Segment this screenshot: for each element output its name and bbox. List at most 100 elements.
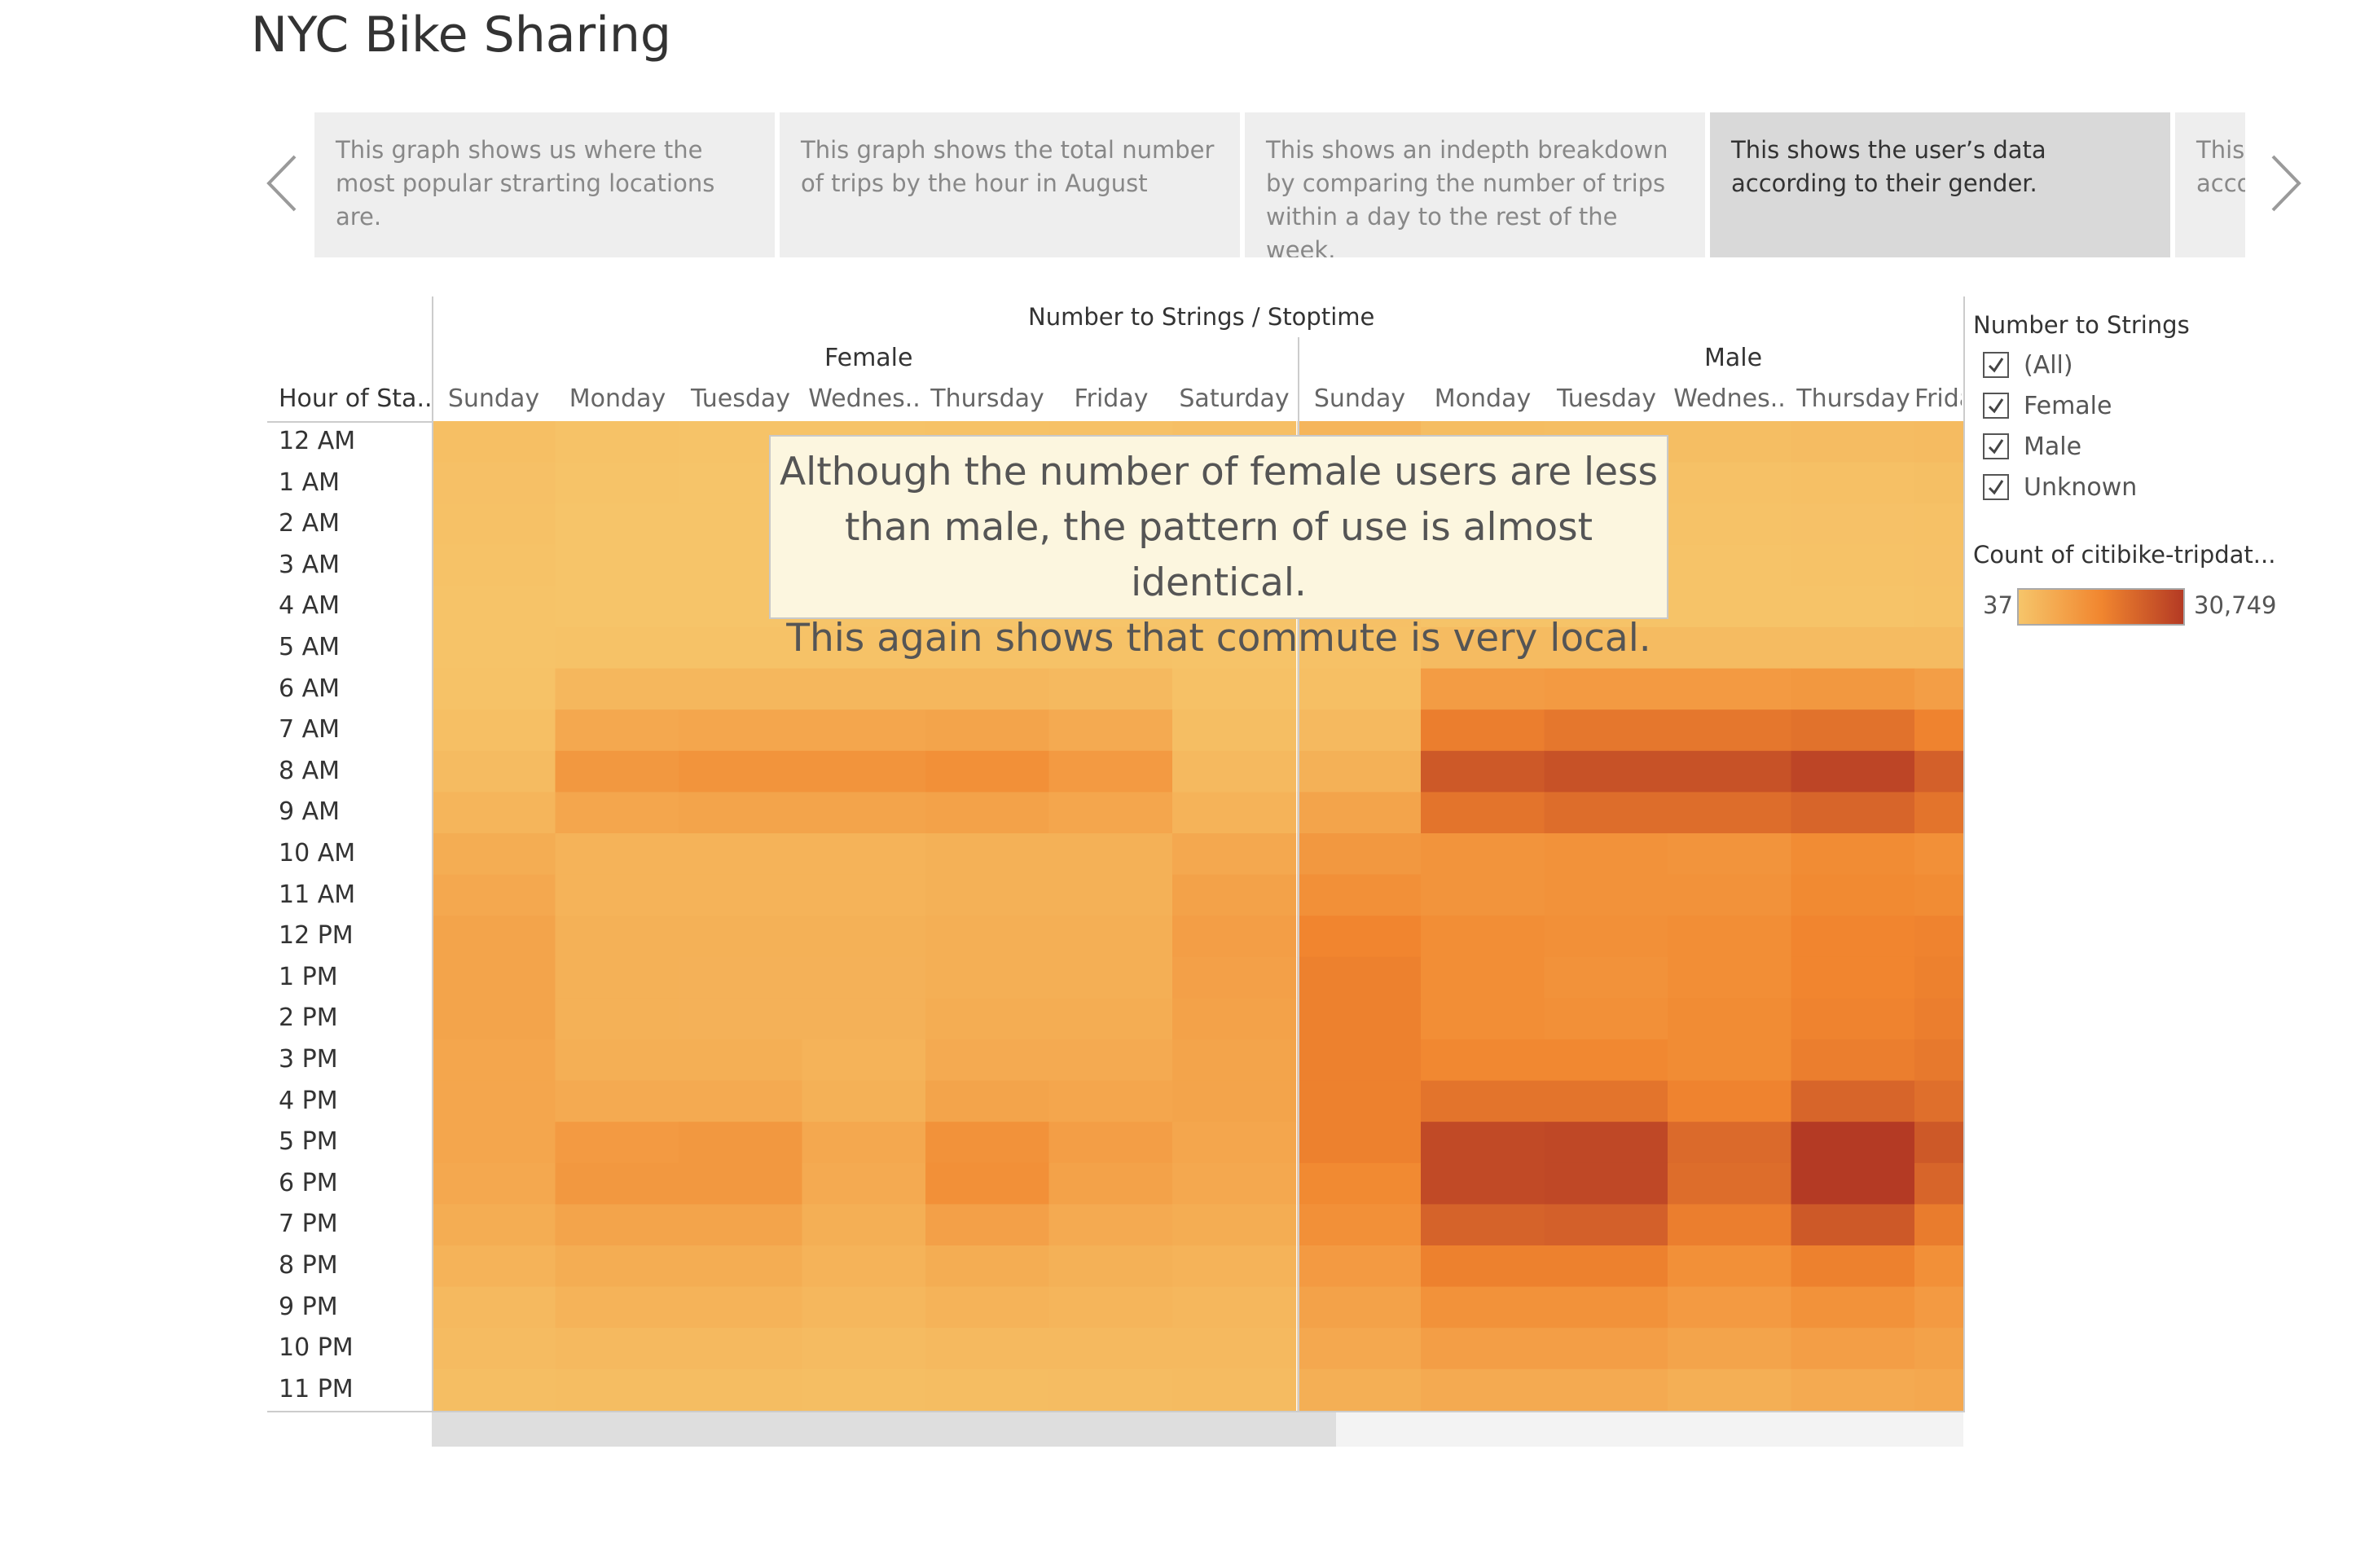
heatmap-cell[interactable]: [1172, 1328, 1297, 1370]
heatmap-cell[interactable]: [432, 1286, 556, 1329]
story-point-2[interactable]: This graph shows the total number of tri…: [780, 112, 1240, 257]
heatmap-cell[interactable]: [1791, 874, 1915, 916]
heatmap-cell[interactable]: [1668, 1328, 1792, 1370]
heatmap-cell[interactable]: [1668, 1245, 1792, 1288]
heatmap-cell[interactable]: [1172, 1286, 1297, 1329]
heatmap-cell[interactable]: [802, 833, 926, 876]
heatmap-cell[interactable]: [925, 1204, 1050, 1246]
heatmap-cell[interactable]: [1048, 833, 1173, 876]
heatmap-cell[interactable]: [1048, 1162, 1173, 1205]
heatmap-cell[interactable]: [1048, 792, 1173, 834]
filter-option-all[interactable]: (All): [1983, 349, 2073, 381]
heatmap-cell[interactable]: [432, 1328, 556, 1370]
heatmap-cell[interactable]: [432, 627, 556, 670]
heatmap-cell[interactable]: [1914, 1162, 1963, 1205]
heatmap-cell[interactable]: [1791, 1245, 1915, 1288]
heatmap-cell[interactable]: [1544, 956, 1668, 999]
heatmap-cell[interactable]: [1914, 792, 1963, 834]
heatmap-cell[interactable]: [1544, 668, 1668, 710]
heatmap-cell[interactable]: [1544, 998, 1668, 1040]
heatmap-cell[interactable]: [1421, 956, 1545, 999]
heatmap-cell[interactable]: [432, 750, 556, 793]
heatmap-cell[interactable]: [1048, 1122, 1173, 1164]
heatmap-cell[interactable]: [925, 750, 1050, 793]
heatmap-cell[interactable]: [1668, 1039, 1792, 1082]
heatmap-cell[interactable]: [1544, 750, 1668, 793]
heatmap-cell[interactable]: [555, 709, 679, 752]
heatmap-cell[interactable]: [555, 668, 679, 710]
heatmap-cell[interactable]: [1914, 874, 1963, 916]
heatmap-cell[interactable]: [679, 668, 803, 710]
heatmap-cell[interactable]: [1791, 544, 1915, 586]
heatmap-cell[interactable]: [1048, 750, 1173, 793]
heatmap-cell[interactable]: [432, 1122, 556, 1164]
heatmap-cell[interactable]: [1668, 916, 1792, 958]
heatmap-cell[interactable]: [679, 1245, 803, 1288]
heatmap-cell[interactable]: [679, 1039, 803, 1082]
heatmap-cell[interactable]: [1297, 1162, 1422, 1205]
heatmap-cell[interactable]: [1297, 1204, 1422, 1246]
story-point-3[interactable]: This shows an indepth breakdown by compa…: [1245, 112, 1705, 257]
heatmap-cell[interactable]: [1297, 998, 1422, 1040]
heatmap-cell[interactable]: [1791, 1328, 1915, 1370]
heatmap-cell[interactable]: [1668, 750, 1792, 793]
story-next-button[interactable]: [2257, 147, 2314, 220]
checkbox[interactable]: [1983, 352, 2009, 378]
heatmap-cell[interactable]: [555, 462, 679, 504]
heatmap-cell[interactable]: [802, 1245, 926, 1288]
heatmap-cell[interactable]: [555, 503, 679, 546]
heatmap-cell[interactable]: [1668, 833, 1792, 876]
heatmap-cell[interactable]: [555, 1328, 679, 1370]
heatmap-cell[interactable]: [432, 1162, 556, 1205]
heatmap-cell[interactable]: [555, 1245, 679, 1288]
checkbox[interactable]: [1983, 433, 2009, 459]
heatmap-cell[interactable]: [925, 1162, 1050, 1205]
heatmap-cell[interactable]: [802, 668, 926, 710]
heatmap-cell[interactable]: [555, 421, 679, 463]
heatmap-cell[interactable]: [1297, 874, 1422, 916]
heatmap-cell[interactable]: [1172, 750, 1297, 793]
heatmap-cell[interactable]: [555, 1286, 679, 1329]
heatmap-cell[interactable]: [1297, 1039, 1422, 1082]
heatmap-cell[interactable]: [1421, 1245, 1545, 1288]
heatmap-cell[interactable]: [1297, 1080, 1422, 1122]
heatmap-cell[interactable]: [1914, 998, 1963, 1040]
heatmap-cell[interactable]: [679, 1080, 803, 1122]
heatmap-cell[interactable]: [1421, 833, 1545, 876]
heatmap-cell[interactable]: [555, 916, 679, 958]
heatmap-cell[interactable]: [1914, 1368, 1963, 1411]
heatmap-cell[interactable]: [679, 874, 803, 916]
heatmap-cell[interactable]: [1791, 1039, 1915, 1082]
heatmap-cell[interactable]: [1297, 668, 1422, 710]
heatmap-cell[interactable]: [1421, 874, 1545, 916]
heatmap-cell[interactable]: [1791, 1080, 1915, 1122]
story-point-5[interactable]: This shows the user’s data according to …: [2175, 112, 2245, 257]
heatmap-cell[interactable]: [432, 1204, 556, 1246]
heatmap-cell[interactable]: [1668, 1368, 1792, 1411]
heatmap-cell[interactable]: [1914, 586, 1963, 628]
heatmap-cell[interactable]: [1791, 792, 1915, 834]
heatmap-cell[interactable]: [1048, 1080, 1173, 1122]
heatmap-cell[interactable]: [1421, 668, 1545, 710]
heatmap-cell[interactable]: [1172, 874, 1297, 916]
heatmap-cell[interactable]: [1297, 1286, 1422, 1329]
heatmap-cell[interactable]: [1791, 462, 1915, 504]
heatmap-cell[interactable]: [1172, 1039, 1297, 1082]
heatmap-cell[interactable]: [1048, 668, 1173, 710]
heatmap-cell[interactable]: [1544, 1328, 1668, 1370]
heatmap-cell[interactable]: [679, 792, 803, 834]
heatmap-cell[interactable]: [679, 833, 803, 876]
heatmap-cell[interactable]: [679, 1204, 803, 1246]
heatmap-cell[interactable]: [1172, 1245, 1297, 1288]
heatmap-cell[interactable]: [1791, 503, 1915, 546]
heatmap-cell[interactable]: [1668, 998, 1792, 1040]
heatmap-cell[interactable]: [1668, 627, 1792, 670]
heatmap-cell[interactable]: [1914, 421, 1963, 463]
heatmap-cell[interactable]: [555, 1368, 679, 1411]
heatmap-cell[interactable]: [802, 1039, 926, 1082]
heatmap-cell[interactable]: [802, 916, 926, 958]
heatmap-cell[interactable]: [1914, 462, 1963, 504]
heatmap-cell[interactable]: [1544, 1080, 1668, 1122]
heatmap-cell[interactable]: [1048, 709, 1173, 752]
heatmap-cell[interactable]: [1421, 1328, 1545, 1370]
